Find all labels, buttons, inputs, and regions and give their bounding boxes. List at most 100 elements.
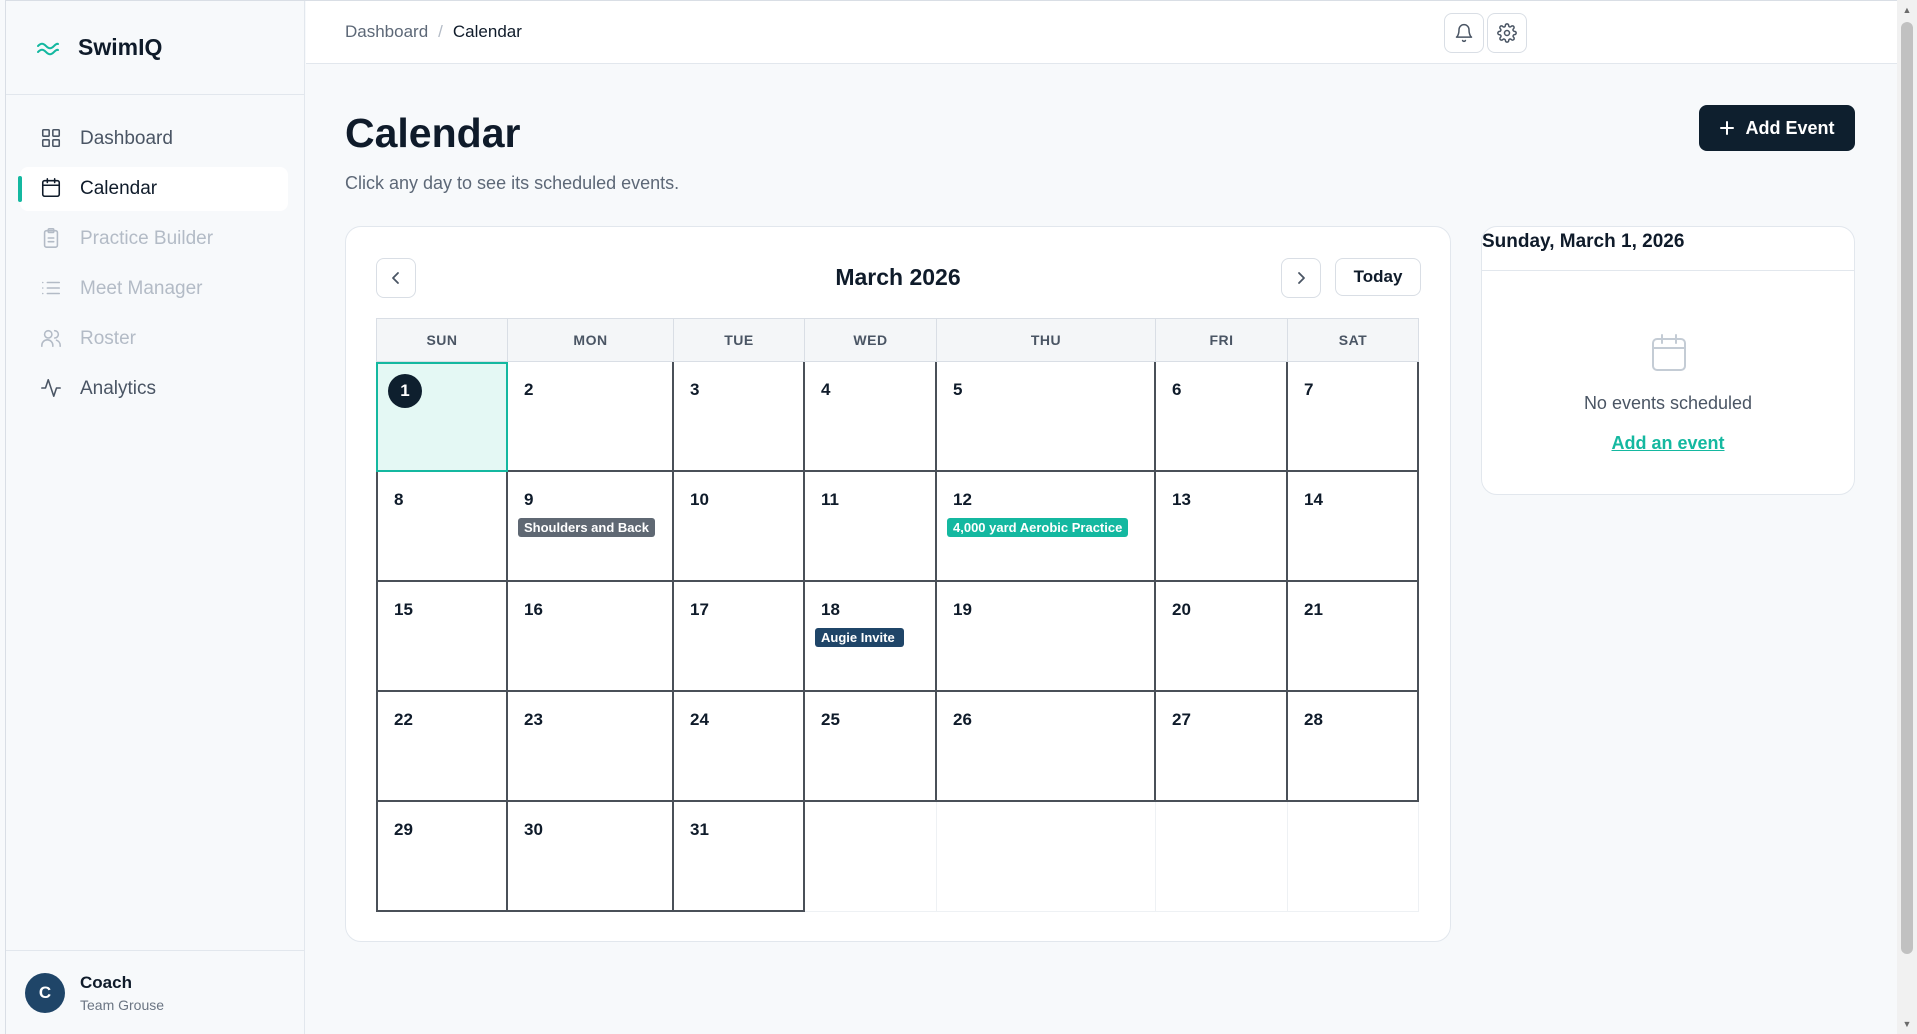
event-chip[interactable]: 4,000 yard Aerobic Practice [947, 518, 1129, 537]
day-number: 5 [953, 380, 963, 399]
calendar-day-cell[interactable]: 31 [674, 802, 805, 912]
calendar-day-cell[interactable]: 2 [508, 362, 674, 472]
calendar-day-cell[interactable]: 26 [937, 692, 1156, 802]
calendar-day-cell[interactable]: 30 [508, 802, 674, 912]
weekday-header: FRI [1156, 318, 1288, 362]
add-event-button[interactable]: Add Event [1699, 105, 1855, 151]
calendar-day-cell[interactable]: 11 [805, 472, 937, 582]
calendar-day-cell[interactable]: 3 [674, 362, 805, 472]
user-team: Team Grouse [80, 996, 165, 1013]
add-event-label: Add Event [1745, 117, 1835, 138]
notifications-button[interactable] [1444, 13, 1484, 53]
page-scrollbar[interactable]: ▲ ▼ [1897, 0, 1917, 1034]
weekday-header: SUN [376, 318, 508, 362]
sidebar-item-analytics[interactable]: Analytics [20, 367, 288, 411]
sidebar-item-roster[interactable]: Roster [20, 317, 288, 361]
calendar-day-cell[interactable]: 19 [937, 582, 1156, 692]
today-button[interactable]: Today [1335, 258, 1421, 296]
clipboard-icon [40, 227, 64, 251]
day-number: 26 [953, 710, 972, 729]
breadcrumb-dashboard-link[interactable]: Dashboard [345, 22, 428, 42]
calendar-empty-cell [805, 802, 937, 912]
calendar-day-cell[interactable]: 24 [674, 692, 805, 802]
calendar-day-cell[interactable]: 12 4,000 yard Aerobic Practice [937, 472, 1156, 582]
day-number: 20 [1172, 600, 1191, 619]
calendar-day-cell[interactable]: 20 [1156, 582, 1288, 692]
calendar-day-cell[interactable]: 23 [508, 692, 674, 802]
users-icon [40, 327, 64, 351]
day-number: 2 [524, 380, 534, 399]
dashboard-grid-icon [40, 127, 64, 151]
avatar: C [25, 972, 65, 1013]
calendar-day-cell[interactable]: 15 [376, 582, 508, 692]
calendar-day-cell[interactable]: 6 [1156, 362, 1288, 472]
event-chip[interactable]: Augie Invite [815, 628, 904, 647]
day-number: 23 [524, 710, 543, 729]
scroll-up-arrow-icon[interactable]: ▲ [1901, 4, 1913, 16]
calendar-card: March 2026 Today SUN MON TUE WED THU FRI SAT 1 2… [345, 226, 1451, 942]
scroll-down-arrow-icon[interactable]: ▼ [1901, 1018, 1913, 1030]
sidebar-item-label: Roster [80, 328, 136, 349]
weekday-header: THU [937, 318, 1156, 362]
day-number: 3 [690, 380, 700, 399]
calendar-day-cell[interactable]: 13 [1156, 472, 1288, 582]
calendar-icon [40, 177, 64, 201]
page-subtitle: Click any day to see its scheduled event… [345, 173, 680, 193]
sidebar: SwimIQ Dashboard Calendar Practice Builder… [6, 1, 305, 1034]
calendar-day-cell[interactable]: 27 [1156, 692, 1288, 802]
settings-button[interactable] [1487, 13, 1527, 53]
scroll-thumb[interactable] [1901, 22, 1913, 954]
sidebar-item-practice-builder[interactable]: Practice Builder [20, 217, 288, 261]
day-number: 19 [953, 600, 972, 619]
day-number: 16 [524, 600, 543, 619]
calendar-day-cell[interactable]: 21 [1288, 582, 1419, 692]
plus-icon [1719, 120, 1735, 136]
sidebar-item-meet-manager[interactable]: Meet Manager [20, 267, 288, 311]
calendar-day-cell[interactable]: 5 [937, 362, 1156, 472]
calendar-day-cell[interactable]: 25 [805, 692, 937, 802]
day-number: 15 [394, 600, 413, 619]
calendar-day-cell[interactable]: 10 [674, 472, 805, 582]
gear-icon [1497, 23, 1517, 43]
next-month-button[interactable] [1281, 258, 1321, 298]
breadcrumb-separator: / [438, 22, 443, 41]
calendar-day-cell[interactable]: 17 [674, 582, 805, 692]
calendar-day-cell[interactable]: 16 [508, 582, 674, 692]
calendar-day-cell[interactable]: 22 [376, 692, 508, 802]
calendar-day-cell[interactable]: 1 [376, 362, 508, 472]
day-number: 8 [394, 490, 404, 509]
event-chip[interactable]: Shoulders and Back [518, 518, 655, 537]
calendar-day-cell[interactable]: 18 Augie Invite [805, 582, 937, 692]
user-profile[interactable]: C Coach Team Grouse [6, 950, 305, 1034]
sidebar-item-label: Analytics [80, 378, 157, 399]
brand[interactable]: SwimIQ [6, 1, 304, 95]
calendar-day-cell[interactable]: 8 [376, 472, 508, 582]
day-number: 10 [690, 490, 709, 509]
calendar-empty-cell [937, 802, 1156, 912]
calendar-day-cell[interactable]: 7 [1288, 362, 1419, 472]
sidebar-item-dashboard[interactable]: Dashboard [20, 117, 288, 161]
sidebar-item-label: Dashboard [80, 128, 173, 149]
list-icon [40, 277, 64, 301]
sidebar-nav: Dashboard Calendar Practice Builder Meet Ma… [6, 95, 304, 411]
day-number: 6 [1172, 380, 1182, 399]
weekday-header: TUE [674, 318, 805, 362]
calendar-day-cell[interactable]: 14 [1288, 472, 1419, 582]
day-number: 12 [953, 490, 972, 509]
day-number: 1 [388, 374, 422, 408]
calendar-day-cell[interactable]: 4 [805, 362, 937, 472]
day-number: 14 [1304, 490, 1323, 509]
add-an-event-link[interactable]: Add an event [1482, 433, 1854, 454]
day-number: 25 [821, 710, 840, 729]
calendar-day-cell[interactable]: 28 [1288, 692, 1419, 802]
day-number: 9 [524, 490, 534, 509]
bell-icon [1454, 23, 1474, 43]
calendar-day-cell[interactable]: 29 [376, 802, 508, 912]
topbar: Dashboard / Calendar [306, 1, 1897, 64]
sidebar-item-calendar[interactable]: Calendar [18, 167, 288, 211]
breadcrumb: Dashboard / Calendar [345, 22, 522, 42]
day-number: 21 [1304, 600, 1323, 619]
day-number: 11 [821, 490, 839, 509]
calendar-grid: SUN MON TUE WED THU FRI SAT 1 2 3 4 5 6 7 8 9 Shoulders … [376, 318, 1422, 912]
calendar-day-cell[interactable]: 9 Shoulders and Back [508, 472, 674, 582]
